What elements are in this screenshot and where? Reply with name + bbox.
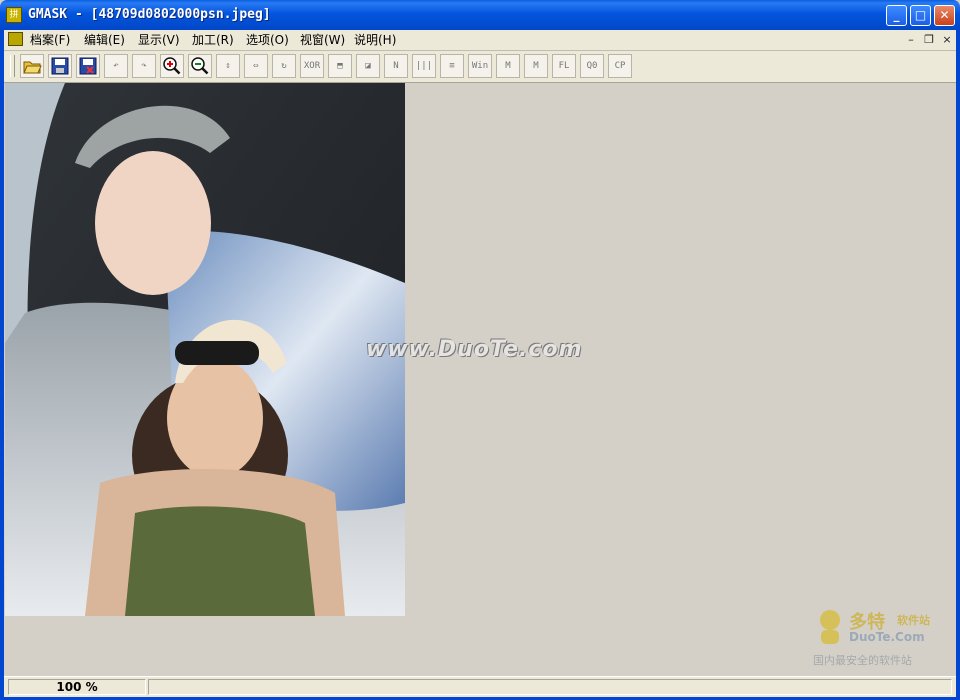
image-canvas[interactable] xyxy=(5,83,405,616)
image-workspace[interactable]: www.DuoTe.com 多特 软件站 DuoTe.Com 国内最安全的软件站 xyxy=(4,83,956,676)
q0-button[interactable]: Q0 xyxy=(580,54,604,78)
open-button[interactable] xyxy=(20,54,44,78)
cp-button[interactable]: CP xyxy=(608,54,632,78)
toolbar-grip[interactable] xyxy=(10,55,15,77)
watermark-text: www.DuoTe.com xyxy=(366,337,583,362)
title-bar[interactable]: 拼 GMASK - [48709d0802000psn.jpeg] _ □ ✕ xyxy=(0,0,960,30)
corner-logo: 多特 软件站 DuoTe.Com 国内最安全的软件站 xyxy=(813,608,948,672)
maximize-button[interactable]: □ xyxy=(910,5,931,26)
flip-vertical-button[interactable]: ⇕ xyxy=(216,54,240,78)
redo-icon: ↷ xyxy=(141,61,147,71)
negative-button[interactable]: ⬒ xyxy=(328,54,352,78)
window-title: GMASK - [48709d0802000psn.jpeg] xyxy=(28,7,271,22)
rotate-icon: ↻ xyxy=(281,61,287,71)
nega-icon: N xyxy=(393,61,399,71)
flip-vertical-icon: ⇕ xyxy=(225,61,231,71)
zoom-out-button[interactable] xyxy=(188,54,212,78)
fl-button[interactable]: FL xyxy=(552,54,576,78)
save-as-icon xyxy=(77,56,99,76)
q0-icon: Q0 xyxy=(586,61,598,71)
menu-options[interactable]: 选项(O) xyxy=(246,32,289,48)
document-icon[interactable] xyxy=(8,32,23,46)
meko-button[interactable]: M xyxy=(496,54,520,78)
vertical-lines-button[interactable]: ||| xyxy=(412,54,436,78)
cp-icon: CP xyxy=(614,61,626,71)
logo-domain: DuoTe.Com xyxy=(849,630,925,644)
effect-icon: ◪ xyxy=(365,61,371,71)
redo-button[interactable]: ↷ xyxy=(132,54,156,78)
menu-bar: 档案(F) 编辑(E) 显示(V) 加工(R) 选项(O) 视窗(W) 说明(H… xyxy=(4,30,956,51)
zoom-out-icon xyxy=(189,56,211,76)
child-restore-button[interactable]: ❐ xyxy=(922,33,936,47)
meko-icon: M xyxy=(505,61,511,71)
logo-subname: 软件站 xyxy=(897,614,930,627)
minimize-button[interactable]: _ xyxy=(886,5,907,26)
rotate-button[interactable]: ↻ xyxy=(272,54,296,78)
xor-icon: XOR xyxy=(303,61,321,71)
horizontal-lines-icon: ≡ xyxy=(449,61,455,71)
zoom-in-icon xyxy=(161,56,183,76)
menu-view[interactable]: 显示(V) xyxy=(138,32,180,48)
undo-icon: ↶ xyxy=(113,61,119,71)
negative-icon: ⬒ xyxy=(337,61,343,71)
save-as-button[interactable] xyxy=(76,54,100,78)
mascot-icon xyxy=(820,610,840,644)
menu-file[interactable]: 档案(F) xyxy=(30,32,70,48)
menu-help[interactable]: 说明(H) xyxy=(354,32,396,48)
photo-illustration xyxy=(5,83,405,616)
child-close-button[interactable]: × xyxy=(940,33,954,47)
child-minimize-button[interactable]: – xyxy=(904,33,918,47)
vertical-lines-icon: ||| xyxy=(415,61,433,71)
flip-horizontal-icon: ⇔ xyxy=(253,61,259,71)
fl-icon: FL xyxy=(558,61,570,71)
meko-alt-icon: M xyxy=(533,61,539,71)
window-frame-right xyxy=(956,30,960,700)
win-button[interactable]: Win xyxy=(468,54,492,78)
app-icon[interactable]: 拼 xyxy=(6,7,22,23)
menu-process[interactable]: 加工(R) xyxy=(192,32,234,48)
status-bar: 100 % xyxy=(4,676,956,697)
meko-alt-button[interactable]: M xyxy=(524,54,548,78)
open-folder-icon xyxy=(21,56,43,76)
win-icon: Win xyxy=(471,61,489,71)
toolbar: ↶ ↷ ⇕ ⇔ ↻ XOR ⬒ ◪ N ||| ≡ Win M M FL Q0 … xyxy=(4,51,956,83)
horizontal-lines-button[interactable]: ≡ xyxy=(440,54,464,78)
zoom-level: 100 % xyxy=(8,679,146,695)
nega-button[interactable]: N xyxy=(384,54,408,78)
logo-slogan: 国内最安全的软件站 xyxy=(813,654,912,667)
save-button[interactable] xyxy=(48,54,72,78)
menu-edit[interactable]: 编辑(E) xyxy=(84,32,125,48)
save-icon xyxy=(49,56,71,76)
zoom-in-button[interactable] xyxy=(160,54,184,78)
undo-button[interactable]: ↶ xyxy=(104,54,128,78)
flip-horizontal-button[interactable]: ⇔ xyxy=(244,54,268,78)
effect-button[interactable]: ◪ xyxy=(356,54,380,78)
close-button[interactable]: ✕ xyxy=(934,5,955,26)
menu-window[interactable]: 视窗(W) xyxy=(300,32,345,48)
xor-button[interactable]: XOR xyxy=(300,54,324,78)
status-message-pane xyxy=(148,679,952,695)
